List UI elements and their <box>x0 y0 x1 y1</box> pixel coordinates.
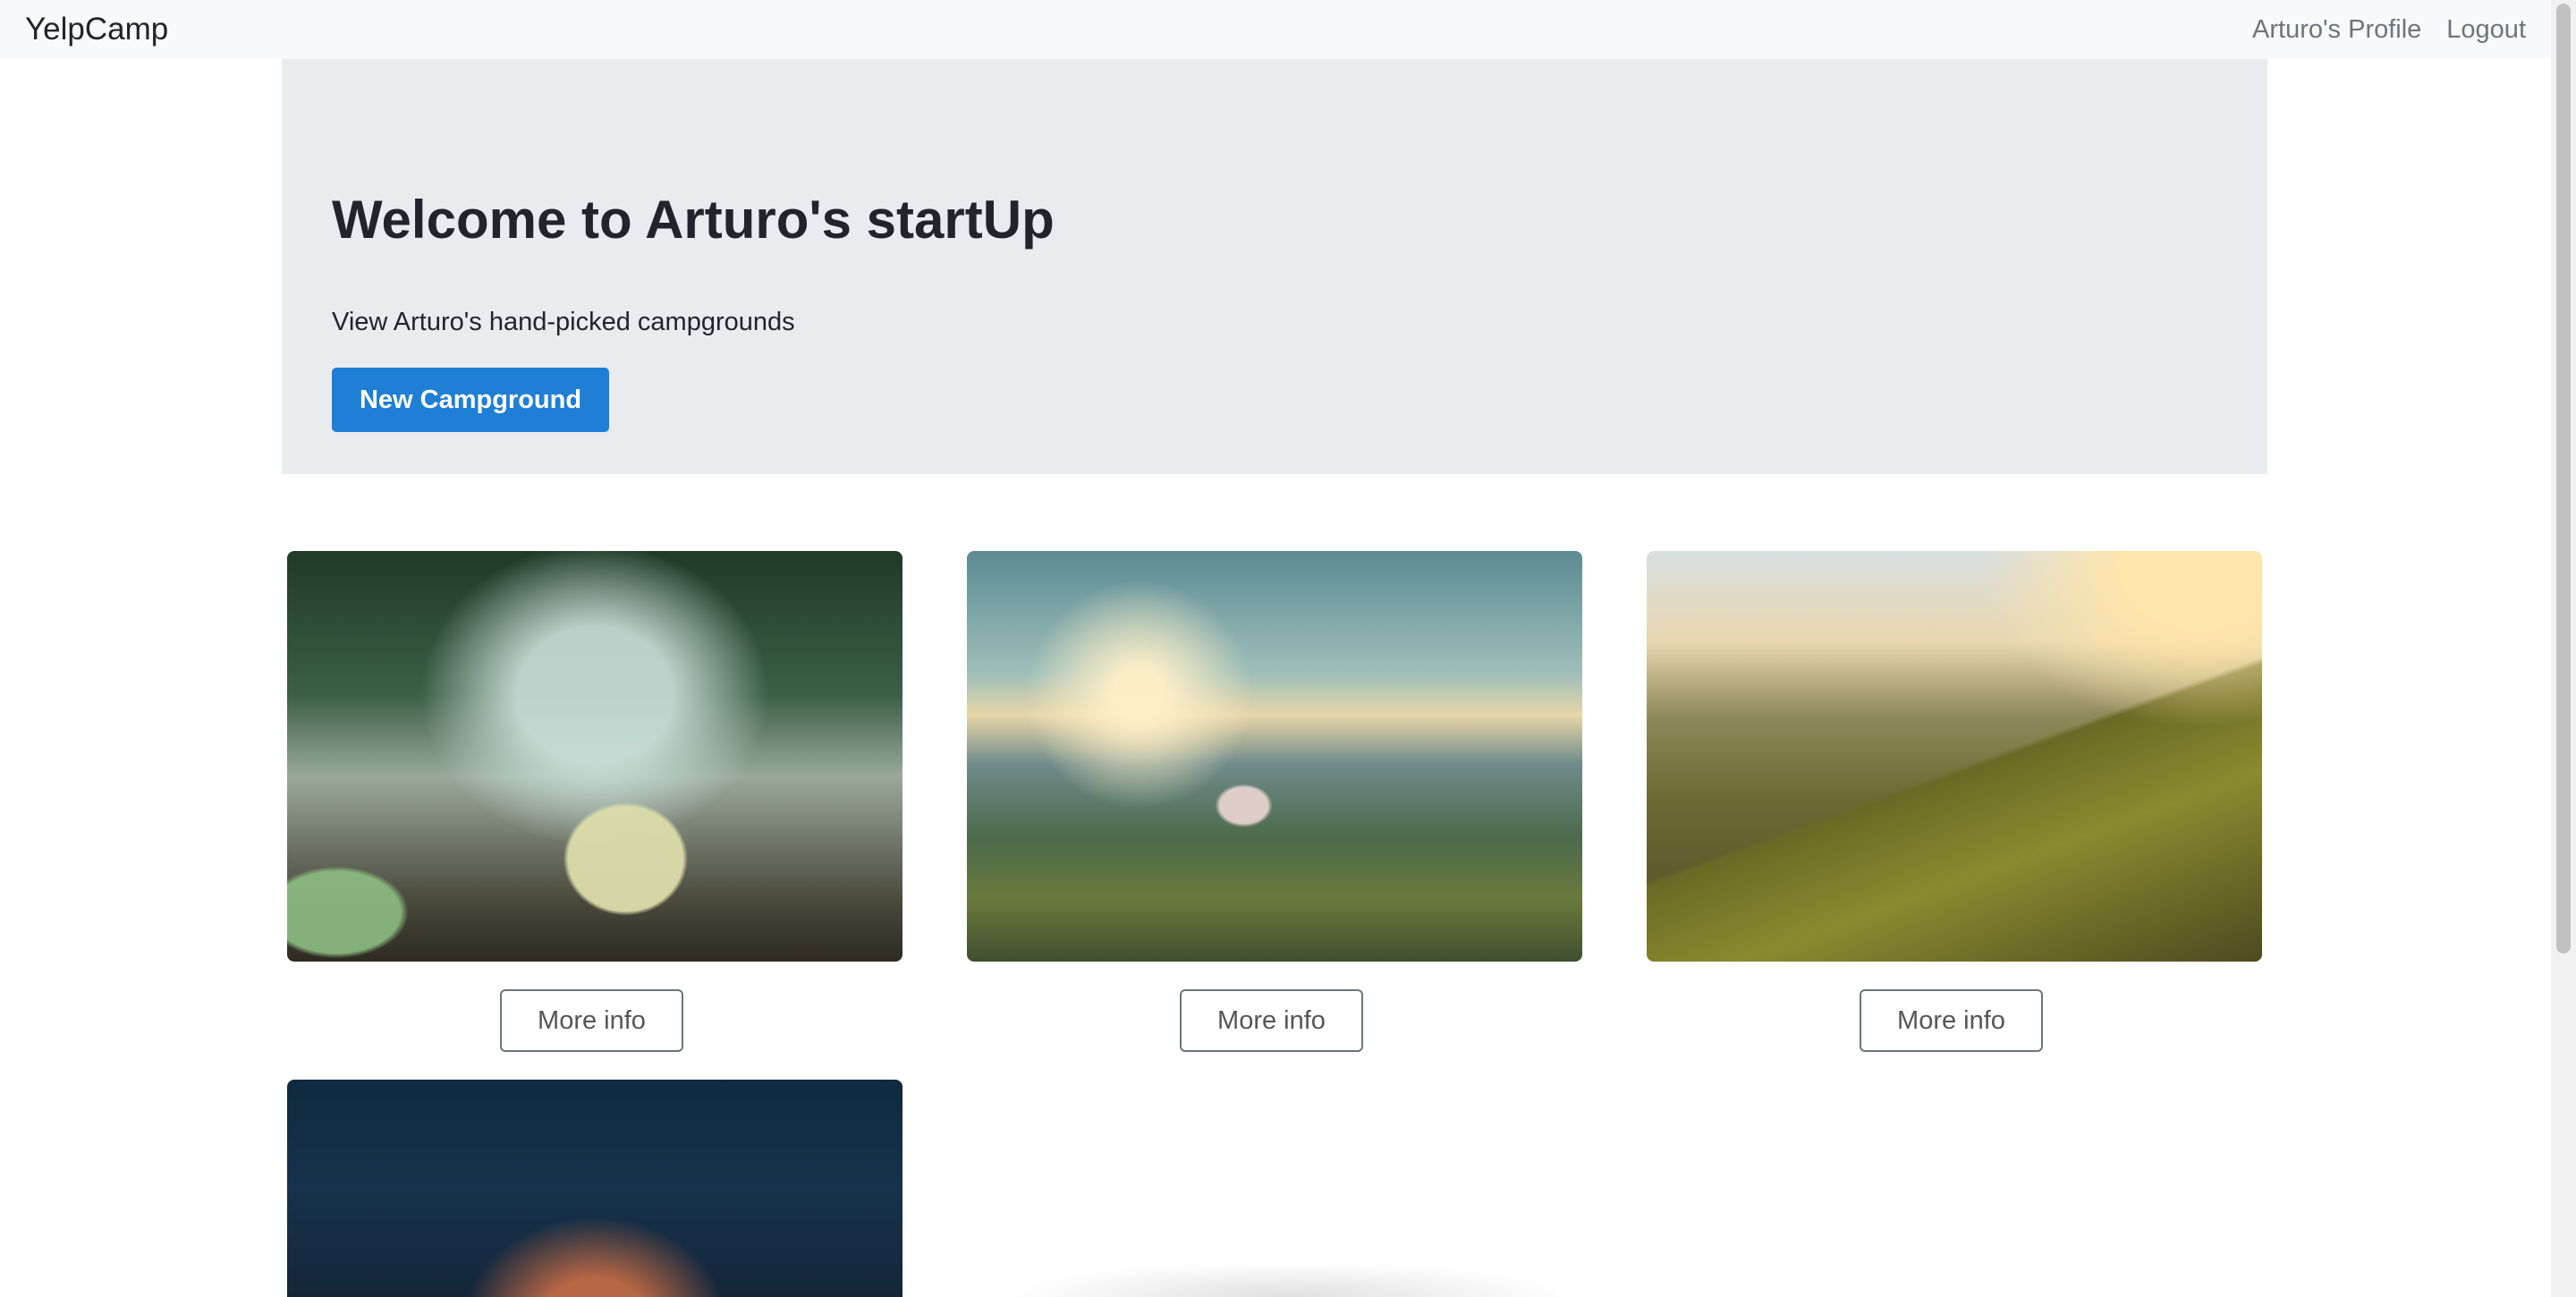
more-info-button[interactable]: More info <box>1180 989 1363 1052</box>
more-info-button[interactable]: More info <box>1860 989 2043 1052</box>
hero-jumbotron: Welcome to Arturo's startUp View Arturo'… <box>282 59 2267 474</box>
more-info-button[interactable]: More info <box>500 989 683 1052</box>
profile-link[interactable]: Arturo's Profile <box>2252 15 2421 45</box>
scrollbar-thumb[interactable] <box>2556 4 2571 954</box>
floating-shadow <box>1002 1261 1574 1297</box>
campground-image <box>1647 551 2262 962</box>
campground-image <box>967 551 1582 962</box>
navbar: YelpCamp Arturo's Profile Logout <box>0 0 2551 59</box>
campground-card <box>287 1080 902 1297</box>
brand-link[interactable]: YelpCamp <box>25 12 168 47</box>
hero-subtitle: View Arturo's hand-picked campgrounds <box>332 308 795 336</box>
nav-links: Arturo's Profile Logout <box>2252 15 2526 45</box>
hero-title: Welcome to Arturo's startUp <box>332 190 1055 250</box>
campground-image <box>287 1080 902 1297</box>
campground-image <box>287 551 902 962</box>
campground-card: More info <box>1647 551 2262 1052</box>
new-campground-button[interactable]: New Campground <box>332 368 609 432</box>
logout-link[interactable]: Logout <box>2446 15 2526 45</box>
campground-card: More info <box>287 551 902 1052</box>
campground-card: More info <box>967 551 1582 1052</box>
page-scrollbar[interactable] <box>2551 0 2576 1297</box>
